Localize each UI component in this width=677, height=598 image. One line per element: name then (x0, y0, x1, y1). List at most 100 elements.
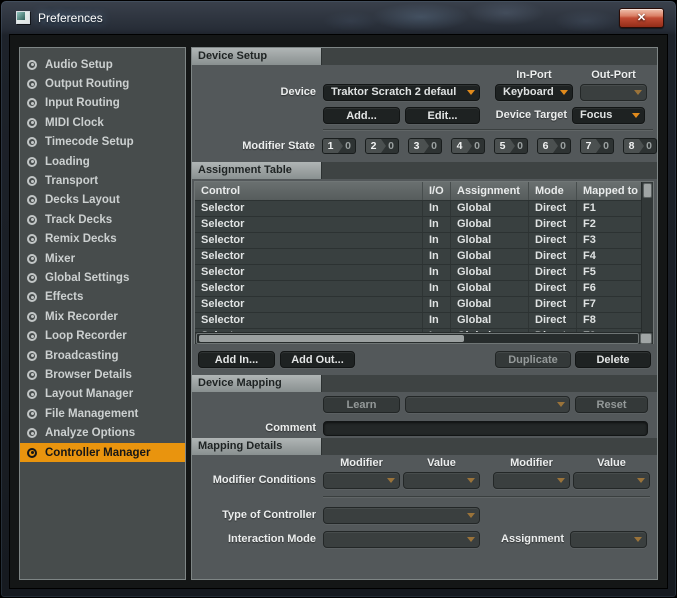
sidebar-item-label: Track Decks (45, 214, 112, 226)
in-port-dropdown[interactable]: Keyboard (495, 84, 573, 101)
horizontal-scrollbar-track[interactable] (196, 333, 639, 344)
sidebar-item[interactable]: Remix Decks (20, 230, 185, 249)
sidebar-item[interactable]: Decks Layout (20, 191, 185, 210)
reset-button[interactable]: Reset (575, 396, 648, 413)
edit-device-button[interactable]: Edit... (405, 107, 480, 124)
modifier-state-indicator[interactable]: 7 0 (580, 138, 614, 154)
table-row[interactable]: Selector In Global Direct F7 (195, 297, 641, 313)
device-target-dropdown[interactable]: Focus (572, 107, 645, 124)
modifier-state-indicator[interactable]: 1 0 (322, 138, 356, 154)
sidebar-item[interactable]: Global Settings (20, 268, 185, 287)
sidebar-item[interactable]: Mix Recorder (20, 307, 185, 326)
mapping-details-title: Mapping Details (192, 438, 322, 455)
sidebar-item[interactable]: Input Routing (20, 94, 185, 113)
device-label: Device (192, 86, 316, 98)
table-header-row: Control I/O Assignment Mode Mapped to (195, 182, 641, 201)
radio-icon (27, 157, 37, 167)
radio-icon (27, 60, 37, 70)
divider (323, 129, 653, 130)
sidebar-item[interactable]: File Management (20, 404, 185, 423)
sidebar-item[interactable]: Loop Recorder (20, 326, 185, 345)
table-row[interactable]: Selector In Global Direct F5 (195, 265, 641, 281)
cell-control: Selector (195, 281, 423, 296)
sidebar-item[interactable]: Audio Setup (20, 55, 185, 74)
sidebar-item[interactable]: Effects (20, 288, 185, 307)
sidebar-item[interactable]: Transport (20, 171, 185, 190)
sidebar-item[interactable]: Output Routing (20, 74, 185, 93)
assignment-label: Assignment (501, 533, 564, 545)
modifier-number: 8 (624, 139, 639, 153)
app-icon (16, 11, 30, 24)
device-setup-title: Device Setup (192, 48, 322, 65)
radio-icon (27, 176, 37, 186)
table-row[interactable]: Selector In Global Direct F6 (195, 281, 641, 297)
cell-io: In (423, 313, 451, 328)
modifier-state-indicator[interactable]: 2 0 (365, 138, 399, 154)
cell-mode: Direct (529, 217, 577, 232)
modifier-state-indicator[interactable]: 3 0 (408, 138, 442, 154)
type-of-controller-dropdown[interactable] (323, 507, 480, 524)
cell-mapped-to: F2 (577, 217, 641, 232)
radio-icon (27, 137, 37, 147)
cell-mode: Direct (529, 281, 577, 296)
radio-icon (27, 448, 37, 458)
table-row[interactable]: Selector In Global Direct F2 (195, 217, 641, 233)
sidebar: Audio Setup Output Routing Input Routing… (19, 47, 186, 580)
modifier-1-dropdown[interactable] (323, 472, 400, 489)
learn-dropdown[interactable] (405, 396, 570, 413)
interaction-mode-label: Interaction Mode (192, 533, 316, 545)
chevron-down-icon (557, 402, 565, 407)
sidebar-item-label: Decks Layout (45, 194, 120, 206)
cell-io: In (423, 201, 451, 216)
device-dropdown[interactable]: Traktor Scratch 2 defaul (323, 84, 480, 101)
out-port-dropdown[interactable] (580, 84, 647, 101)
assignment-dropdown[interactable] (570, 531, 647, 548)
table-row[interactable]: Selector In Global Direct F1 (195, 201, 641, 217)
duplicate-button[interactable]: Duplicate (495, 351, 571, 368)
modifier-state-indicator[interactable]: 4 0 (451, 138, 485, 154)
column-header-mapped-to: Mapped to (577, 182, 641, 200)
vertical-scrollbar[interactable] (641, 182, 653, 332)
modifier-2-dropdown[interactable] (493, 472, 570, 489)
chevron-down-icon (637, 478, 645, 483)
column-header-assignment: Assignment (451, 182, 529, 200)
value-1-dropdown[interactable] (403, 472, 480, 489)
sidebar-item[interactable]: Browser Details (20, 365, 185, 384)
sidebar-item[interactable]: MIDI Clock (20, 113, 185, 132)
modifier-number: 6 (538, 139, 553, 153)
table-row[interactable]: Selector In Global Direct F3 (195, 233, 641, 249)
delete-button[interactable]: Delete (575, 351, 651, 368)
modifier-state-indicator[interactable]: 8 0 (623, 138, 657, 154)
cell-mapped-to: F6 (577, 281, 641, 296)
table-row[interactable]: Selector In Global Direct F4 (195, 249, 641, 265)
sidebar-item[interactable]: Analyze Options (20, 423, 185, 442)
vertical-scrollbar-thumb[interactable] (643, 183, 652, 198)
horizontal-scrollbar[interactable] (195, 332, 653, 344)
chevron-down-icon (467, 90, 475, 95)
interaction-mode-dropdown[interactable] (323, 531, 480, 548)
table-row[interactable]: Selector In Global Direct F8 (195, 313, 641, 329)
modifier-state-indicator[interactable]: 5 0 (494, 138, 528, 154)
sidebar-item-label: Input Routing (45, 97, 120, 109)
sidebar-item[interactable]: Mixer (20, 249, 185, 268)
close-button[interactable]: ✕ (619, 8, 664, 28)
sidebar-item[interactable]: Loading (20, 152, 185, 171)
horizontal-scrollbar-thumb[interactable] (199, 335, 464, 342)
sidebar-item[interactable]: Controller Manager (20, 443, 185, 462)
sidebar-item[interactable]: Broadcasting (20, 346, 185, 365)
scrollbar-corner[interactable] (640, 333, 652, 344)
titlebar[interactable]: Preferences (1, 1, 676, 34)
sidebar-item[interactable]: Track Decks (20, 210, 185, 229)
comment-label: Comment (192, 422, 316, 434)
add-out-button[interactable]: Add Out... (280, 351, 355, 368)
sidebar-item[interactable]: Layout Manager (20, 385, 185, 404)
modifier-state-indicator[interactable]: 6 0 (537, 138, 571, 154)
value-2-dropdown[interactable] (573, 472, 650, 489)
sidebar-item[interactable]: Timecode Setup (20, 133, 185, 152)
device-dropdown-value: Traktor Scratch 2 defaul (331, 86, 464, 98)
sidebar-item-label: Analyze Options (45, 427, 135, 439)
add-device-button[interactable]: Add... (323, 107, 400, 124)
add-in-button[interactable]: Add In... (198, 351, 275, 368)
learn-button[interactable]: Learn (323, 396, 400, 413)
comment-input[interactable] (323, 421, 648, 436)
